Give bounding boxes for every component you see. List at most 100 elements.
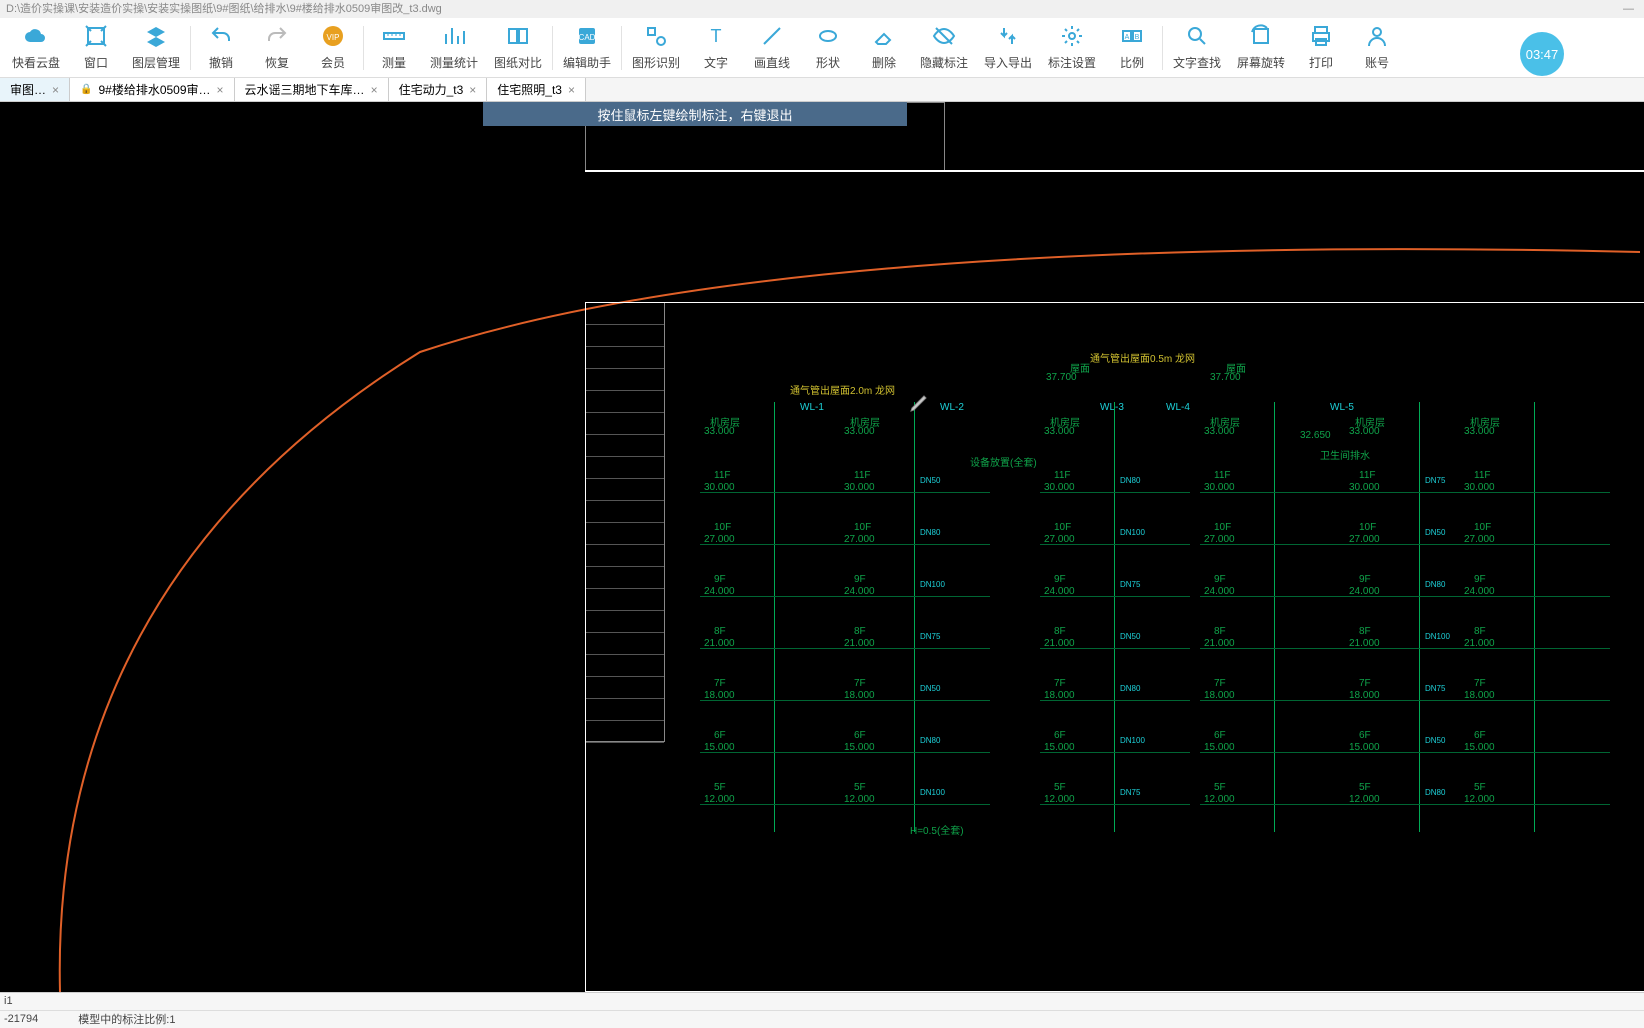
floor-name: 8F xyxy=(1214,626,1226,637)
svg-text:B: B xyxy=(1135,34,1140,41)
compare-button[interactable]: 图纸对比 xyxy=(486,20,550,76)
machine-floor-elev: 33.000 xyxy=(1204,426,1235,437)
annotation-hint-banner: 按住鼠标左键绘制标注，右键退出 xyxy=(483,102,907,126)
rotate-icon xyxy=(1249,24,1273,51)
floor-elev: 21.000 xyxy=(704,638,735,649)
floor-elev: 18.000 xyxy=(1349,690,1380,701)
screen-rotate-button[interactable]: 屏幕旋转 xyxy=(1229,20,1293,76)
layer-button[interactable]: 图层管理 xyxy=(124,20,188,76)
floor-elev: 12.000 xyxy=(844,794,875,805)
print-icon xyxy=(1309,24,1333,51)
eraser-icon xyxy=(872,24,896,51)
floor-name: 9F xyxy=(1474,574,1486,585)
pipe-size-label: DN50 xyxy=(920,684,940,693)
toolbar-label: 测量 xyxy=(382,54,406,71)
pipe-size-label: DN80 xyxy=(1425,788,1445,797)
floor-elev: 27.000 xyxy=(1204,534,1235,545)
account-button[interactable]: 账号 xyxy=(1349,20,1405,76)
close-icon[interactable]: × xyxy=(217,83,224,97)
layers-icon xyxy=(144,24,168,51)
window-button[interactable]: 窗口 xyxy=(68,20,124,76)
doc-tab[interactable]: 🔒9#楼给排水0509审…× xyxy=(70,78,235,101)
riser-vertical-line xyxy=(1274,402,1275,832)
floor-elev: 15.000 xyxy=(704,742,735,753)
floor-name: 8F xyxy=(1359,626,1371,637)
measure-stats-button[interactable]: 测量统计 xyxy=(422,20,486,76)
floor-name: 9F xyxy=(714,574,726,585)
sets-label: 设备放置(全套) xyxy=(970,454,1037,469)
status-row1: i1 xyxy=(4,995,13,1007)
undo-button[interactable]: 撤销 xyxy=(193,20,249,76)
line-button[interactable]: 画直线 xyxy=(744,20,800,76)
floor-name: 5F xyxy=(1214,782,1226,793)
close-icon[interactable]: × xyxy=(371,83,378,97)
window-minimize[interactable]: — xyxy=(1623,0,1634,18)
toolbar-label: 导入导出 xyxy=(984,54,1032,71)
toolbar-label: 比例 xyxy=(1120,54,1144,71)
doc-tab[interactable]: 住宅照明_t3× xyxy=(487,78,586,101)
floor-elev: 30.000 xyxy=(1044,482,1075,493)
delete-button[interactable]: 删除 xyxy=(856,20,912,76)
side-machine-elev: 32.650 xyxy=(1300,430,1331,441)
vip-button[interactable]: VIP会员 xyxy=(305,20,361,76)
floor-name: 11F xyxy=(1359,470,1376,481)
helper-button[interactable]: CAD编辑助手 xyxy=(555,20,619,76)
floor-name: 9F xyxy=(854,574,866,585)
pipe-size-label: DN100 xyxy=(1425,632,1450,641)
floor-elev: 18.000 xyxy=(1044,690,1075,701)
floor-elev: 24.000 xyxy=(1349,586,1380,597)
import-export-button[interactable]: 导入导出 xyxy=(976,20,1040,76)
toolbar-label: 图形识别 xyxy=(632,54,680,71)
annot-settings-button[interactable]: 标注设置 xyxy=(1040,20,1104,76)
hide-icon xyxy=(932,24,956,51)
ratio-button[interactable]: AB 比例 xyxy=(1104,20,1160,76)
floor-elev: 24.000 xyxy=(1464,586,1495,597)
pipe-size-label: DN80 xyxy=(1120,684,1140,693)
text-search-button[interactable]: 文字查找 xyxy=(1165,20,1229,76)
close-icon[interactable]: × xyxy=(469,83,476,97)
close-icon[interactable]: × xyxy=(52,83,59,97)
doc-tab[interactable]: 云水谣三期地下车库… × xyxy=(235,78,389,101)
wl-1: WL-1 xyxy=(800,402,824,413)
doc-tab[interactable]: 住宅动力_t3× xyxy=(389,78,488,101)
toolbar-label: 标注设置 xyxy=(1048,54,1096,71)
floor-name: 7F xyxy=(854,678,866,689)
toolbar-label: 打印 xyxy=(1309,54,1333,71)
close-icon[interactable]: × xyxy=(568,83,575,97)
floor-elev: 24.000 xyxy=(1204,586,1235,597)
doc-tab-label: 云水谣三期地下车库… xyxy=(245,81,365,98)
shapes-button[interactable]: 形状 xyxy=(800,20,856,76)
floor-elev: 18.000 xyxy=(1204,690,1235,701)
toolbar-label: 恢复 xyxy=(265,54,289,71)
pipe-size-label: DN75 xyxy=(1120,788,1140,797)
shape-rec-button[interactable]: 图形识别 xyxy=(624,20,688,76)
wl-4: WL-4 xyxy=(1166,402,1190,413)
ratio-icon: AB xyxy=(1120,24,1144,51)
redo-icon xyxy=(265,24,289,51)
floor-name: 10F xyxy=(1054,522,1071,533)
floor-name: 5F xyxy=(714,782,726,793)
quick-cloud-button[interactable]: 快看云盘 xyxy=(4,20,68,76)
measure-button[interactable]: 测量 xyxy=(366,20,422,76)
text-button[interactable]: T文字 xyxy=(688,20,744,76)
doc-tab-label: 审图… xyxy=(10,81,46,98)
redo-button[interactable]: 恢复 xyxy=(249,20,305,76)
print-button[interactable]: 打印 xyxy=(1293,20,1349,76)
floor-elev: 27.000 xyxy=(704,534,735,545)
toolbar-label: 形状 xyxy=(816,54,840,71)
floor-name: 6F xyxy=(854,730,866,741)
search-icon xyxy=(1185,24,1209,51)
drawing-canvas[interactable]: 通气管出屋面2.0m 龙网 通气管出屋面0.5m 龙网 屋面 37.700 屋面… xyxy=(0,102,1644,992)
svg-text:VIP: VIP xyxy=(327,33,340,42)
toolbar-label: 账号 xyxy=(1365,54,1389,71)
toolbar-label: 删除 xyxy=(872,54,896,71)
floor-name: 6F xyxy=(714,730,726,741)
hide-annot-button[interactable]: 隐藏标注 xyxy=(912,20,976,76)
floor-elev: 15.000 xyxy=(1349,742,1380,753)
pipe-size-label: DN50 xyxy=(920,476,940,485)
floor-name: 6F xyxy=(1054,730,1066,741)
riser-vertical-line xyxy=(1419,402,1420,832)
toolbar-label: 图纸对比 xyxy=(494,54,542,71)
floor-elev: 24.000 xyxy=(844,586,875,597)
doc-tab[interactable]: 审图… × xyxy=(0,78,70,101)
